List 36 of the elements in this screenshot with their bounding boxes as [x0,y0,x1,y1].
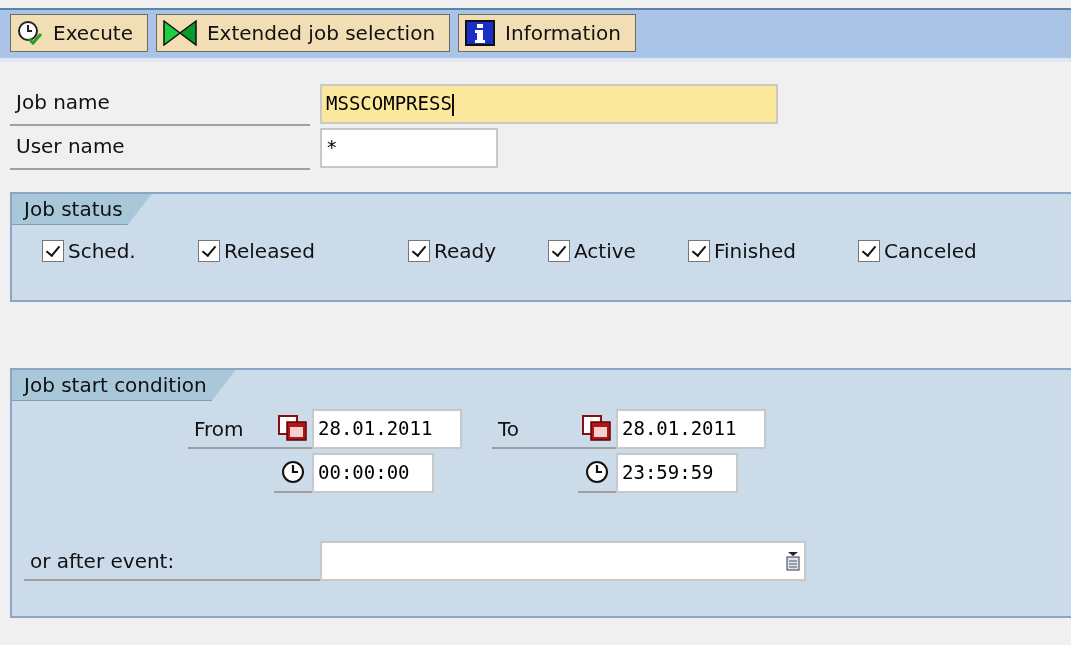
checkbox-label: Active [574,239,636,263]
value-help-icon[interactable] [786,551,800,571]
input-field[interactable] [320,541,806,581]
time-field[interactable]: 23:59:59 [616,453,738,493]
group-title: Job start condition [12,370,236,401]
field-label: To [492,413,578,449]
toolbar-button[interactable]: Execute [10,14,148,52]
date-field[interactable]: 28.01.2011 [616,409,766,449]
bowtie-icon [163,20,197,46]
input-field[interactable]: MSSCOMPRESS [320,84,778,124]
checkbox[interactable] [42,240,64,262]
input-field[interactable]: * [320,128,498,168]
checkbox-label: Canceled [884,239,977,263]
field-label: User name [10,128,310,170]
checkbox-label: Finished [714,239,796,263]
checkbox[interactable] [858,240,880,262]
checkbox[interactable] [408,240,430,262]
clock-icon [281,460,305,484]
checkbox-label: Released [224,239,315,263]
calendar-icon [278,415,308,441]
field-label: From [188,413,274,449]
calendar-icon [582,415,612,441]
checkbox[interactable] [688,240,710,262]
date-field[interactable]: 28.01.2011 [312,409,462,449]
checkbox[interactable] [548,240,570,262]
clock-icon [585,460,609,484]
group-title: Job status [12,194,152,225]
field-label: Job name [10,84,310,126]
toolbar-button[interactable]: Extended job selection [156,14,451,52]
time-field[interactable]: 00:00:00 [312,453,434,493]
checkbox[interactable] [198,240,220,262]
info-icon [465,20,496,46]
checkbox-label: Ready [434,239,497,263]
clock-check-icon [17,20,43,46]
toolbar-button[interactable]: Information [458,14,636,52]
checkbox-label: Sched. [68,239,136,263]
